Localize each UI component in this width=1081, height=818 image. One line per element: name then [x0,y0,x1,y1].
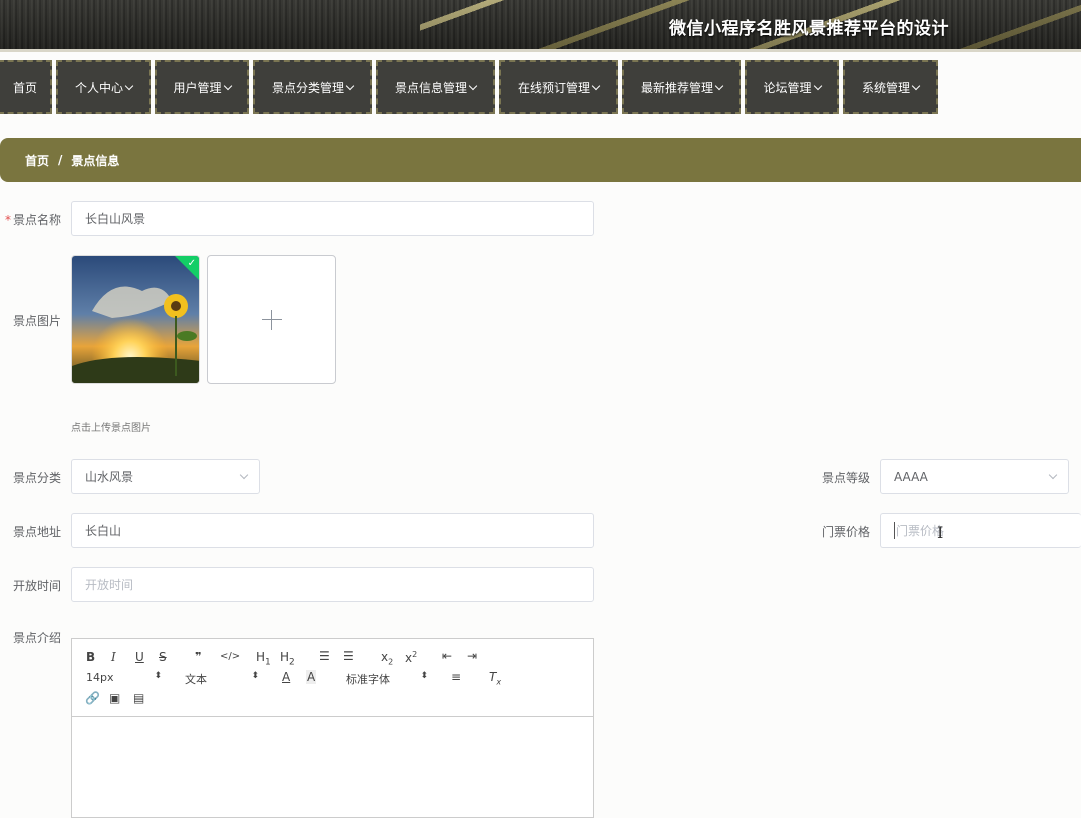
upload-hint: 点击上传景点图片 [71,423,151,434]
chevron-down-icon [239,470,249,480]
bold-button[interactable]: B [86,650,95,664]
updown-icon: ⬍ [154,671,162,681]
level-label: 景点等级 [821,471,870,485]
breadcrumb-home[interactable]: 首页 [25,152,49,169]
align-icon[interactable]: ≡ [451,670,461,684]
clear-format-icon[interactable]: Tx [489,670,501,689]
category-label: 景点分类 [12,471,61,485]
name-input[interactable]: 长白山风景 [71,201,594,236]
nav-item-personal-center[interactable]: 个人中心 [56,60,151,114]
category-select[interactable]: 山水风景 [71,459,260,494]
editor-toolbar: B I U S ❞ </> H1 H2 ☰ ☰ x2 x2 ⇤ ⇥ 14px ⬍ … [72,639,593,717]
name-label: * 景点名称 [4,213,61,227]
h1-button[interactable]: H1 [256,650,271,669]
bullet-list-icon[interactable]: ☰ [343,649,354,663]
code-block-button[interactable]: </> [220,650,240,664]
link-icon[interactable]: 🔗 [85,691,100,705]
image-icon[interactable]: ▣ [109,691,120,705]
h2-button[interactable]: H2 [280,650,295,669]
nav-item-recommend-management[interactable]: 最新推荐管理 [622,60,741,114]
image-upload-button[interactable] [207,255,336,384]
font-color-button[interactable]: A [282,670,290,684]
level-select[interactable]: AAAA [880,459,1069,494]
breadcrumb-separator: / [58,153,63,167]
subscript-button[interactable]: x2 [381,650,393,669]
chevron-down-icon [591,81,601,90]
superscript-button[interactable]: x2 [405,648,417,665]
strike-button[interactable]: S [159,650,167,664]
app-title: 微信小程序名胜风景推荐平台的设计 [669,19,949,39]
text-cursor-icon: I [937,523,944,542]
video-icon[interactable]: ▤ [133,691,144,705]
uploaded-image-thumbnail[interactable]: ✓ [71,255,200,384]
outdent-icon[interactable]: ⇤ [442,649,452,663]
chevron-down-icon [813,81,822,90]
price-label: 门票价格 [821,525,870,539]
updown-icon: ⬍ [420,671,428,681]
underline-button[interactable]: U [135,650,144,664]
chevron-down-icon [468,81,478,90]
font-size-select[interactable]: 14px ⬍ [86,671,162,685]
nav-item-system-management[interactable]: 系统管理 [843,60,938,114]
address-label: 景点地址 [12,525,61,539]
top-nav: 首页 个人中心 用户管理 景点分类管理 景点信息管理 在线预订管理 最新推荐管理… [0,60,1081,115]
nav-item-category-management[interactable]: 景点分类管理 [253,60,372,114]
indent-icon[interactable]: ⇥ [467,649,477,663]
updown-icon: ⬍ [251,671,259,681]
open-time-input[interactable]: 开放时间 [71,567,594,602]
price-input[interactable]: 门票价格 [880,513,1081,548]
background-color-button[interactable]: A [306,670,317,684]
nav-item-booking-management[interactable]: 在线预订管理 [499,60,618,114]
ordered-list-icon[interactable]: ☰ [319,649,330,663]
font-family-select[interactable]: 标准字体 ⬍ [346,671,428,686]
intro-label: 景点介绍 [12,631,61,645]
nav-item-user-management[interactable]: 用户管理 [155,60,249,114]
nav-item-spot-management[interactable]: 景点信息管理 [376,60,495,114]
breadcrumb-current: 景点信息 [71,153,120,168]
header-type-select[interactable]: 文本 ⬍ [185,671,259,686]
chevron-down-icon [124,81,134,90]
breadcrumb: 首页 / 景点信息 [0,138,1081,182]
required-mark: * [4,213,11,227]
editor-content[interactable] [72,717,593,817]
check-icon: ✓ [187,258,196,269]
open-time-label: 开放时间 [12,579,61,593]
chevron-down-icon [911,81,921,90]
chevron-down-icon [1048,470,1058,480]
chevron-down-icon [223,81,232,90]
chevron-down-icon [345,81,355,90]
address-input[interactable]: 长白山 [71,513,594,548]
chevron-down-icon [714,81,724,90]
nav-item-home[interactable]: 首页 [0,60,52,114]
image-label: 景点图片 [12,314,61,328]
rich-text-editor: B I U S ❞ </> H1 H2 ☰ ☰ x2 x2 ⇤ ⇥ 14px ⬍ … [71,638,594,818]
blockquote-button[interactable]: ❞ [195,650,201,664]
italic-button[interactable]: I [111,650,116,664]
nav-item-forum-management[interactable]: 论坛管理 [745,60,839,114]
app-header: 微信小程序名胜风景推荐平台的设计 [0,0,1081,52]
plus-icon [262,319,282,320]
